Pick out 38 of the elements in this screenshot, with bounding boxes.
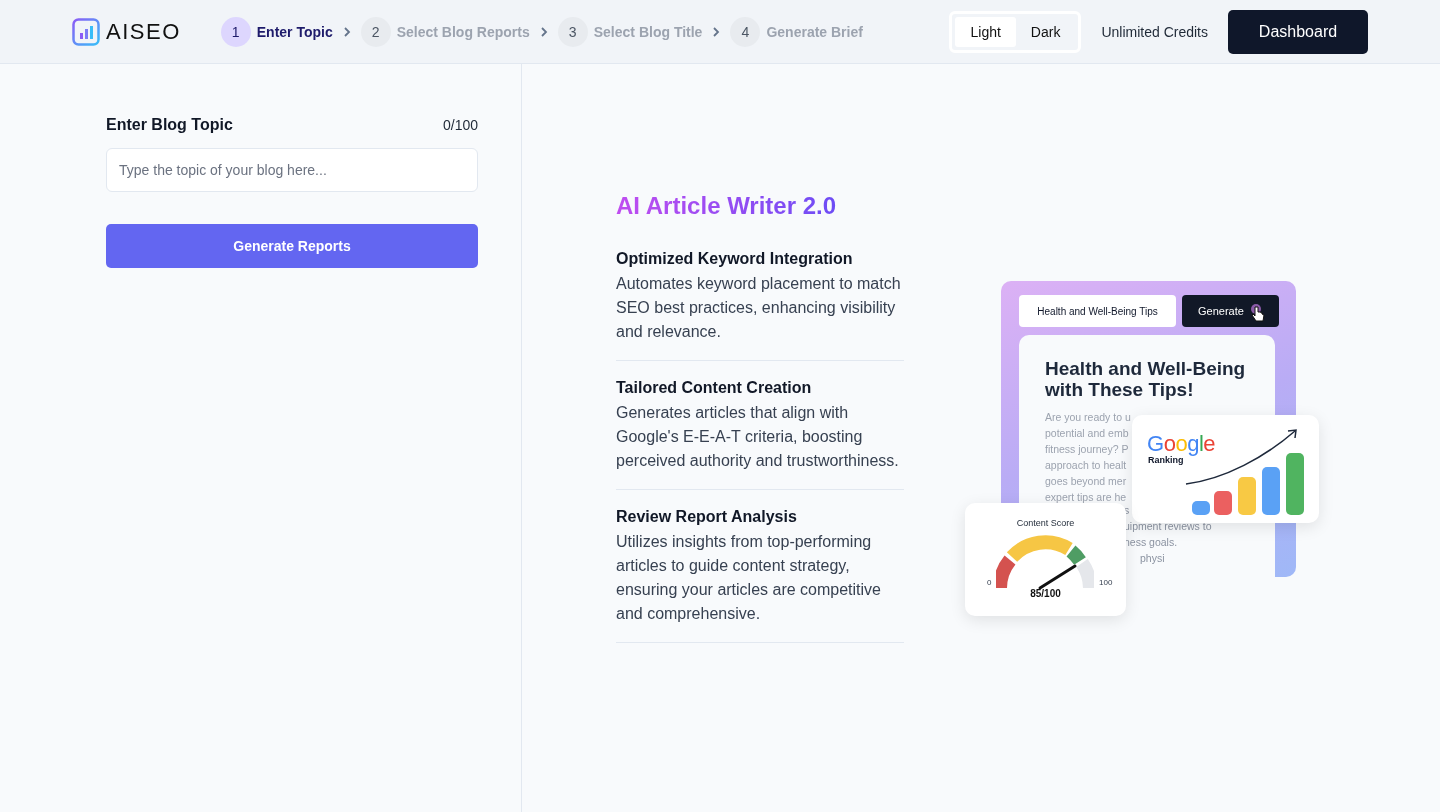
field-label: Enter Blog Topic <box>106 116 233 134</box>
chevron-icon <box>342 25 351 38</box>
feature-text: Utilizes insights from top-performing articles to guide content strategy, ensuring your articles are competitive and comprehensive. <box>616 532 882 624</box>
article-text-line: fitness journey? P <box>1045 442 1130 457</box>
generate-reports-button[interactable]: Generate Reports <box>106 224 478 268</box>
article-text-line: potential and emb <box>1045 426 1130 441</box>
feature-title: Review Report Analysis <box>616 508 798 526</box>
google-logo: Google <box>1147 431 1215 456</box>
step-tab[interactable]: 2 Select Blog Reports <box>360 16 530 47</box>
pointer-cursor-icon <box>1249 304 1267 324</box>
article-text-line: Are you ready to u <box>1045 410 1131 425</box>
feature-text: Automates keyword placement to match SEO best practices, enhancing visibility and relevance. <box>616 274 902 342</box>
chevron-icon <box>712 25 721 38</box>
article-text-line: expert tips are he <box>1045 490 1128 505</box>
dashboard-button[interactable]: Dashboard <box>1228 9 1368 54</box>
score-title: Content Score <box>1015 518 1076 528</box>
topic-input[interactable]: Type the topic of your blog here... <box>106 148 478 192</box>
feature-text: Generates articles that align with Google's E-E-A-T criteria, boosting perceived authority and trustworthiness. <box>616 403 900 471</box>
step-tab[interactable]: 1 Enter Topic <box>220 16 333 47</box>
article-title: Health and Well-Being with These Tips! <box>1045 358 1247 400</box>
credits-label: Unlimited Credits <box>1101 23 1208 40</box>
logo-icon <box>72 17 100 46</box>
article-text-line: physi <box>1140 551 1166 566</box>
gauge-max-label: 100 <box>1099 578 1113 587</box>
chevron-icon <box>539 25 548 38</box>
logo-text: AISEO <box>106 18 181 45</box>
gauge-min-label: 0 <box>987 578 992 587</box>
score-value: 85/100 <box>1029 588 1062 599</box>
article-text-line: approach to healt <box>1045 458 1128 473</box>
feature-title: Tailored Content Creation <box>616 379 813 397</box>
article-text-line: goes beyond mer <box>1045 474 1128 489</box>
theme-option[interactable]: Light <box>955 16 1016 47</box>
step-tab[interactable]: 4 Generate Brief <box>730 16 863 47</box>
step-tab[interactable]: 3 Select Blog Title <box>557 16 703 47</box>
feature-title: Optimized Keyword Integration <box>616 250 854 268</box>
theme-option[interactable]: Dark <box>1015 16 1076 47</box>
character-counter: 0/100 <box>442 117 478 133</box>
ranking-label: Ranking <box>1148 455 1184 465</box>
